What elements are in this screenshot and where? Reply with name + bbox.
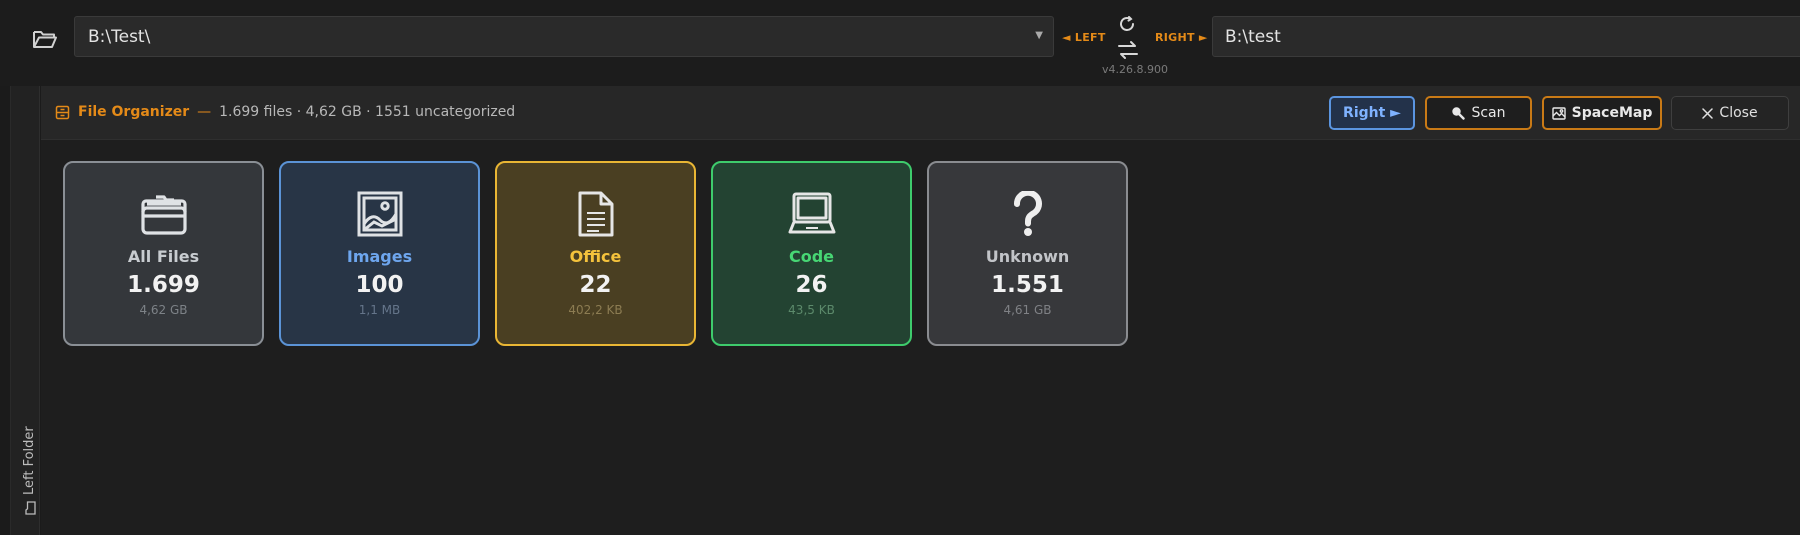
chevron-down-icon[interactable]: ▼ — [1035, 30, 1043, 41]
category-count: 26 — [795, 272, 828, 298]
spacemap-button[interactable]: SpaceMap — [1542, 96, 1662, 130]
laptop-icon — [788, 189, 836, 239]
category-size: 402,2 KB — [568, 303, 623, 317]
category-label: Office — [569, 247, 622, 266]
open-folder-button[interactable] — [30, 26, 60, 52]
left-path-input[interactable]: B:\Test\ ▼ — [74, 16, 1054, 57]
image-icon — [357, 189, 403, 239]
category-size: 4,61 GB — [1003, 303, 1052, 317]
category-count: 100 — [355, 272, 404, 298]
category-size: 4,62 GB — [139, 303, 188, 317]
close-button[interactable]: Close — [1671, 96, 1789, 130]
category-label: Images — [346, 247, 413, 266]
map-icon — [1551, 106, 1566, 120]
cabinet-icon — [55, 105, 70, 119]
magnifier-icon — [1451, 106, 1466, 120]
category-size: 43,5 KB — [788, 303, 835, 317]
category-size: 1,1 MB — [358, 303, 401, 317]
swap-arrows-icon — [1118, 41, 1138, 59]
question-icon — [1012, 189, 1044, 239]
category-card-code[interactable]: Code 26 43,5 KB — [711, 161, 912, 346]
close-icon — [1702, 107, 1714, 119]
scan-button-label: Scan — [1471, 105, 1506, 121]
right-path-input[interactable]: B:\test — [1212, 16, 1800, 57]
organizer-header: File Organizer — 1.699 files · 4,62 GB ·… — [41, 86, 1800, 140]
organizer-summary: 1.699 files · 4,62 GB · 1551 uncategoriz… — [219, 104, 516, 120]
left-folder-strip[interactable]: Left Folder — [10, 86, 40, 535]
folder-icon — [140, 189, 188, 239]
category-card-images[interactable]: Images 100 1,1 MB — [279, 161, 480, 346]
category-card-office[interactable]: Office 22 402,2 KB — [495, 161, 696, 346]
category-count: 1.551 — [991, 272, 1064, 298]
category-count: 1.699 — [127, 272, 200, 298]
version-label: v4.26.8.900 — [1102, 63, 1168, 76]
spacemap-button-label: SpaceMap — [1571, 105, 1653, 121]
left-folder-label: Left Folder — [22, 426, 37, 495]
category-card-all-files[interactable]: All Files 1.699 4,62 GB — [63, 161, 264, 346]
left-folder-tab[interactable]: Left Folder — [22, 426, 37, 515]
scan-button[interactable]: Scan — [1425, 96, 1532, 130]
file-organizer-panel: File Organizer — 1.699 files · 4,62 GB ·… — [41, 86, 1800, 535]
category-label: All Files — [127, 247, 200, 266]
right-target-button[interactable]: Right ► — [1329, 96, 1415, 130]
category-card-unknown[interactable]: Unknown 1.551 4,61 GB — [927, 161, 1128, 346]
folder-icon — [24, 501, 36, 515]
sync-swap-button[interactable] — [1114, 16, 1142, 59]
top-toolbar: B:\Test\ ▼ ◄ LEFT RIGHT ► v4.26.8.900 B:… — [0, 0, 1800, 86]
organizer-name: File Organizer — [78, 104, 190, 120]
document-icon — [577, 189, 615, 239]
refresh-icon — [1120, 16, 1134, 31]
right-path-value: B:\test — [1225, 26, 1281, 47]
folder-open-icon — [33, 31, 57, 48]
organizer-title: File Organizer — 1.699 files · 4,62 GB ·… — [55, 104, 515, 120]
left-side-label[interactable]: ◄ LEFT — [1062, 31, 1106, 44]
title-separator: — — [197, 104, 212, 120]
right-side-label[interactable]: RIGHT ► — [1155, 31, 1208, 44]
category-count: 22 — [579, 272, 612, 298]
category-label: Unknown — [985, 247, 1070, 266]
right-button-label: Right ► — [1343, 105, 1401, 121]
close-button-label: Close — [1719, 105, 1758, 121]
category-label: Code — [788, 247, 835, 266]
left-path-value: B:\Test\ — [88, 26, 151, 47]
